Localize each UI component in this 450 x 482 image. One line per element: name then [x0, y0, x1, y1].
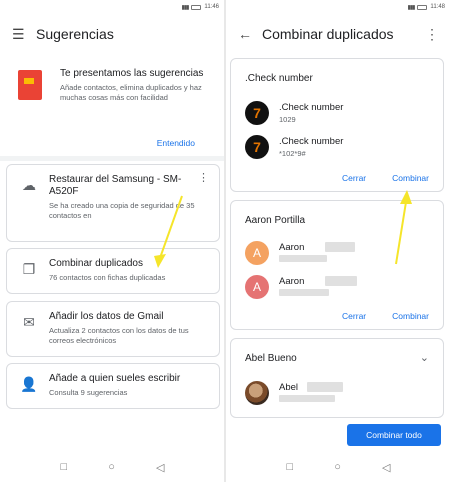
contacts-illustration-icon [18, 70, 42, 100]
group-name: Abel Bueno [245, 353, 297, 364]
avatar: A [245, 241, 269, 265]
contact-detail: 1029 [279, 115, 296, 124]
more-vert-icon[interactable]: ⋮ [198, 171, 209, 184]
ok-button[interactable]: Entendido [157, 138, 195, 148]
blurred-text [279, 395, 335, 402]
blurred-text [279, 289, 329, 296]
suggestion-text: Actualiza 2 contactos con los datos de t… [49, 326, 189, 345]
contact-item[interactable]: 7 .Check number *102*9# [245, 135, 425, 163]
battery-icon [417, 4, 428, 10]
menu-icon[interactable]: ☰ [12, 26, 36, 43]
avatar: 7 [245, 101, 269, 125]
duplicate-group: Abel Bueno ⌄ Abel [230, 338, 444, 418]
signal-icon: ▮▮▮ [407, 4, 416, 11]
section-divider [0, 156, 225, 161]
suggestion-title: Añadir los datos de Gmail [49, 311, 164, 322]
battery-icon [191, 4, 202, 10]
suggestion-restore[interactable]: ☁ Restaurar del Samsung - SM-A520F Se ha… [6, 164, 220, 242]
status-bar: ▮▮▮ 11:46 [0, 0, 225, 14]
avatar: A [245, 275, 269, 299]
contact-item[interactable]: A Aaron [245, 241, 425, 269]
group-name: Aaron Portilla [245, 215, 306, 226]
more-vert-icon[interactable]: ⋮ [425, 26, 439, 43]
combine-button[interactable]: Combinar [392, 173, 429, 183]
status-bar: ▮▮▮ 11:48 [226, 0, 450, 14]
page-title: Combinar duplicados [262, 26, 394, 42]
duplicate-group: Aaron Portilla A Aaron A Aaron Cerrar Co… [230, 200, 444, 330]
group-actions: Cerrar Combinar [342, 311, 429, 321]
suggestions-screen: ▮▮▮ 11:46 ☰ Sugerencias Te presentamos l… [0, 0, 225, 482]
contact-name: .Check number [279, 136, 344, 147]
contact-name: Aaron [279, 242, 305, 253]
contact-item[interactable]: 7 .Check number 1029 [245, 101, 425, 129]
chevron-down-icon[interactable]: ⌄ [420, 351, 429, 364]
suggestion-text: Consulta 9 sugerencias [49, 388, 128, 397]
blurred-text [325, 242, 355, 252]
page-title: Sugerencias [36, 26, 114, 42]
avatar [245, 381, 269, 405]
suggestion-frequent[interactable]: 👤 Añade a quien sueles escribir Consulta… [6, 363, 220, 409]
suggestion-title: Combinar duplicados [49, 258, 143, 269]
app-bar: ☰ Sugerencias [0, 14, 225, 54]
intro-card: Te presentamos las sugerencias Añade con… [0, 56, 225, 156]
contact-item[interactable]: Abel [245, 381, 425, 409]
suggestion-title: Añade a quien sueles escribir [49, 373, 181, 384]
status-time: 11:46 [204, 4, 219, 10]
duplicate-group: .Check number 7 .Check number 1029 7 .Ch… [230, 58, 444, 192]
close-button[interactable]: Cerrar [342, 173, 366, 183]
app-bar: ← Combinar duplicados ⋮ [226, 14, 450, 54]
back-arrow-icon[interactable]: ← [238, 26, 262, 42]
intro-title: Te presentamos las sugerencias [60, 68, 204, 79]
triangle-nav-icon[interactable]: ◁ [382, 461, 390, 474]
contact-detail: *102*9# [279, 149, 306, 158]
intro-text: Añade contactos, elimina duplicados y ha… [60, 83, 202, 102]
nav-bar: □ ○ ◁ [226, 452, 450, 482]
contact-name: Aaron [279, 276, 305, 287]
blurred-text [307, 382, 343, 392]
combine-button[interactable]: Combinar [392, 311, 429, 321]
gmail-icon: ✉ [23, 314, 35, 330]
suggestion-gmail[interactable]: ✉ Añadir los datos de Gmail Actualiza 2 … [6, 301, 220, 357]
status-time: 11:48 [430, 4, 445, 10]
combine-all-button[interactable]: Combinar todo [347, 424, 441, 446]
signal-icon: ▮▮▮ [181, 4, 190, 11]
suggestion-title: Restaurar del Samsung - SM-A520F [49, 174, 182, 197]
blurred-text [279, 255, 327, 262]
triangle-nav-icon[interactable]: ◁ [156, 461, 164, 474]
merge-duplicates-screen: ▮▮▮ 11:48 ← Combinar duplicados ⋮ .Check… [226, 0, 450, 482]
contact-name: .Check number [279, 102, 344, 113]
square-nav-icon[interactable]: □ [61, 461, 68, 473]
suggestion-merge-duplicates[interactable]: ❐ Combinar duplicados 76 contactos con f… [6, 248, 220, 294]
circle-nav-icon[interactable]: ○ [334, 461, 341, 473]
circle-nav-icon[interactable]: ○ [108, 461, 115, 473]
close-button[interactable]: Cerrar [342, 311, 366, 321]
copy-icon: ❐ [22, 261, 36, 277]
add-person-icon: 👤 [20, 376, 38, 392]
contact-name: Abel [279, 382, 299, 393]
contact-item[interactable]: A Aaron [245, 275, 425, 303]
blurred-text [325, 276, 357, 286]
group-name: .Check number [245, 73, 313, 84]
avatar: 7 [245, 135, 269, 159]
suggestion-text: Se ha creado una copia de seguridad de 3… [49, 201, 195, 220]
square-nav-icon[interactable]: □ [287, 461, 294, 473]
group-actions: Cerrar Combinar [342, 173, 429, 183]
suggestion-text: 76 contactos con fichas duplicadas [49, 273, 166, 282]
cloud-upload-icon: ☁ [22, 177, 36, 193]
nav-bar: □ ○ ◁ [0, 452, 225, 482]
